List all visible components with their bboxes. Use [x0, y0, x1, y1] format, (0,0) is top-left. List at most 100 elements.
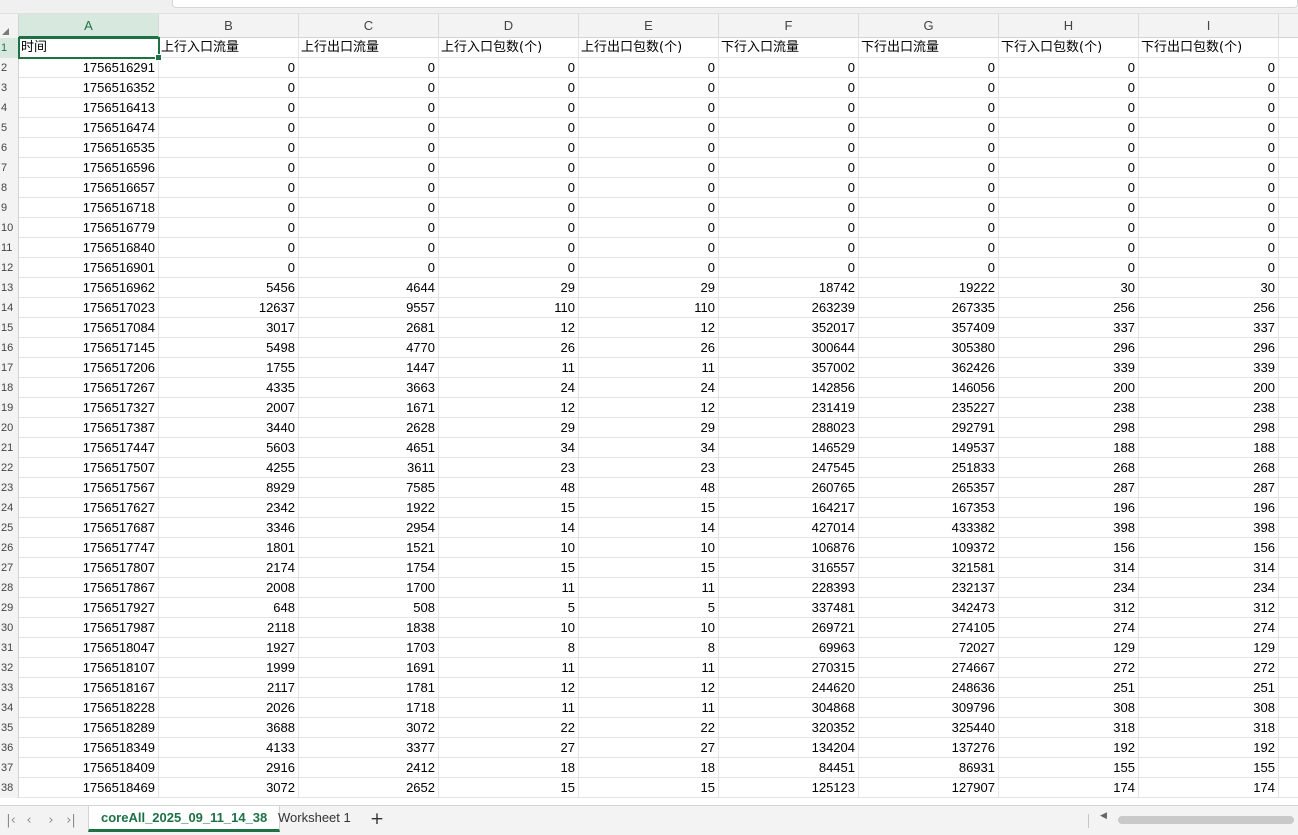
cell[interactable]: 0 — [1139, 238, 1279, 258]
cell[interactable]: 19222 — [859, 278, 999, 298]
row-header[interactable]: 7 — [0, 158, 19, 178]
cell[interactable]: 238 — [999, 398, 1139, 418]
cell[interactable]: 260765 — [719, 478, 859, 498]
row-header[interactable]: 3 — [0, 78, 19, 98]
cell[interactable]: 26 — [439, 338, 579, 358]
cell[interactable]: 174 — [999, 778, 1139, 798]
cell[interactable]: 298 — [999, 418, 1139, 438]
cell[interactable]: 26 — [579, 338, 719, 358]
cell[interactable]: 508 — [299, 598, 439, 618]
column-header-a[interactable]: A — [19, 14, 159, 38]
cell[interactable]: 0 — [719, 118, 859, 138]
cell[interactable]: 0 — [439, 98, 579, 118]
cell[interactable]: 0 — [299, 218, 439, 238]
cell[interactable]: 10 — [439, 618, 579, 638]
cell[interactable]: 3440 — [159, 418, 299, 438]
spreadsheet-grid[interactable]: ABCDEFGHI 1 时间 上行入口流量 上行出口流量 上行入口包数(个) 上行出口包数… — [0, 14, 1298, 805]
cell[interactable]: 0 — [439, 138, 579, 158]
cell[interactable]: 1756518107 — [19, 658, 159, 678]
cell[interactable]: 251 — [999, 678, 1139, 698]
cell[interactable]: 142856 — [719, 378, 859, 398]
cell[interactable]: 269721 — [719, 618, 859, 638]
cell[interactable]: 270315 — [719, 658, 859, 678]
cell[interactable]: 0 — [999, 198, 1139, 218]
cell[interactable]: 1756517267 — [19, 378, 159, 398]
cell[interactable]: 1755 — [159, 358, 299, 378]
cell[interactable]: 8 — [439, 638, 579, 658]
cell[interactable]: 1756517023 — [19, 298, 159, 318]
cell[interactable]: 398 — [1139, 518, 1279, 538]
cell[interactable]: 1781 — [299, 678, 439, 698]
cell[interactable]: 86931 — [859, 758, 999, 778]
cell[interactable]: 106876 — [719, 538, 859, 558]
cell[interactable]: 15 — [579, 558, 719, 578]
cell[interactable]: 0 — [719, 178, 859, 198]
cell[interactable]: 304868 — [719, 698, 859, 718]
cell[interactable]: 4644 — [299, 278, 439, 298]
cell[interactable]: 2954 — [299, 518, 439, 538]
cell[interactable]: 1756516718 — [19, 198, 159, 218]
cell[interactable]: 268 — [1139, 458, 1279, 478]
cell[interactable]: 312 — [1139, 598, 1279, 618]
cell[interactable]: 0 — [299, 98, 439, 118]
cell[interactable]: 5456 — [159, 278, 299, 298]
cell[interactable]: 235227 — [859, 398, 999, 418]
cell[interactable]: 0 — [859, 258, 999, 278]
cell[interactable]: 5603 — [159, 438, 299, 458]
row-header[interactable]: 13 — [0, 278, 19, 298]
cell[interactable]: 3017 — [159, 318, 299, 338]
cell[interactable]: 29 — [579, 278, 719, 298]
cell[interactable]: 0 — [159, 218, 299, 238]
cell[interactable]: 1756518349 — [19, 738, 159, 758]
cell[interactable]: 0 — [719, 78, 859, 98]
cell[interactable]: 433382 — [859, 518, 999, 538]
cell[interactable]: 5498 — [159, 338, 299, 358]
cell[interactable]: 24 — [579, 378, 719, 398]
cell[interactable]: 134204 — [719, 738, 859, 758]
cell[interactable]: 0 — [719, 138, 859, 158]
cell[interactable]: 22 — [439, 718, 579, 738]
cell[interactable]: 0 — [159, 118, 299, 138]
cell[interactable]: 0 — [859, 198, 999, 218]
row-header[interactable]: 27 — [0, 558, 19, 578]
cell[interactable]: 1756516291 — [19, 58, 159, 78]
row-header[interactable]: 21 — [0, 438, 19, 458]
cell[interactable]: 1521 — [299, 538, 439, 558]
scroll-left-icon[interactable]: ◀ — [1100, 811, 1107, 821]
cell[interactable]: 0 — [579, 178, 719, 198]
cell[interactable]: 14 — [439, 518, 579, 538]
row-header[interactable]: 15 — [0, 318, 19, 338]
cell[interactable]: 427014 — [719, 518, 859, 538]
cell[interactable]: 0 — [159, 98, 299, 118]
cell[interactable]: 234 — [999, 578, 1139, 598]
cell[interactable]: 0 — [439, 218, 579, 238]
cell[interactable]: 1801 — [159, 538, 299, 558]
cell[interactable]: 292791 — [859, 418, 999, 438]
cell[interactable]: 8 — [579, 638, 719, 658]
cell[interactable]: 110 — [579, 298, 719, 318]
cell[interactable]: 0 — [999, 138, 1139, 158]
cell[interactable]: 0 — [1139, 138, 1279, 158]
cell[interactable]: 0 — [159, 78, 299, 98]
cell[interactable]: 274 — [1139, 618, 1279, 638]
formula-input[interactable] — [172, 0, 1298, 8]
column-header-i[interactable]: I — [1139, 14, 1279, 38]
column-header-f[interactable]: F — [719, 14, 859, 38]
cell[interactable]: 164217 — [719, 498, 859, 518]
cell[interactable]: 308 — [1139, 698, 1279, 718]
row-header[interactable]: 29 — [0, 598, 19, 618]
cell[interactable]: 263239 — [719, 298, 859, 318]
cell[interactable]: 174 — [1139, 778, 1279, 798]
row-header[interactable]: 9 — [0, 198, 19, 218]
cell[interactable]: 2412 — [299, 758, 439, 778]
cell[interactable]: 1756517145 — [19, 338, 159, 358]
cell[interactable]: 0 — [859, 58, 999, 78]
cell[interactable]: 23 — [579, 458, 719, 478]
cell[interactable]: 149537 — [859, 438, 999, 458]
row-header[interactable]: 4 — [0, 98, 19, 118]
cell[interactable]: 312 — [999, 598, 1139, 618]
cell[interactable]: 192 — [999, 738, 1139, 758]
cell[interactable]: 188 — [1139, 438, 1279, 458]
cell[interactable]: 2026 — [159, 698, 299, 718]
cell[interactable]: 167353 — [859, 498, 999, 518]
